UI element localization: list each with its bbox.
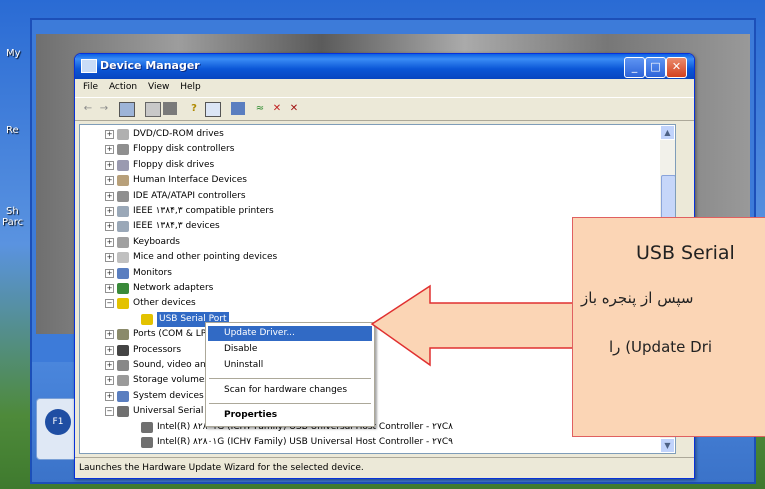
callout-line-2: سپس از پنجره باز bbox=[581, 289, 694, 307]
callout-line-3-suffix: را bbox=[609, 338, 621, 356]
callout-line-1: USB Serial bbox=[636, 242, 735, 264]
callout-line-3: را (Update Dri bbox=[609, 338, 712, 356]
arrow-shape bbox=[370, 284, 574, 367]
instruction-callout: USB Serial سپس از پنجره باز را (Update D… bbox=[572, 217, 765, 437]
callout-line-3-text: (Update Dri bbox=[625, 338, 713, 356]
